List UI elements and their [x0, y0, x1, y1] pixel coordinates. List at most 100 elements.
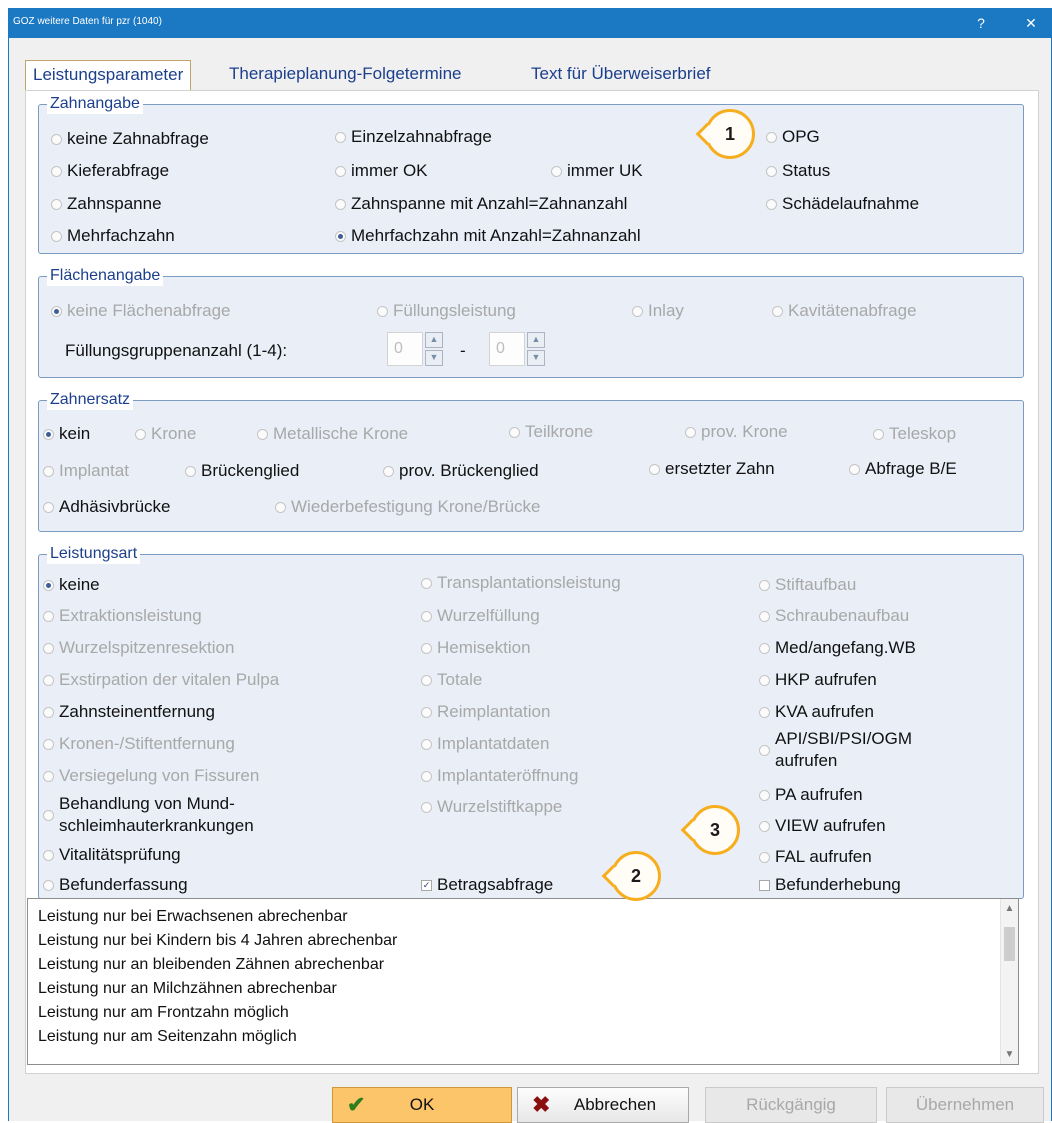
radio-wurzelfuellung[interactable]: Wurzelfüllung: [421, 606, 540, 626]
group-legend: Leistungsart: [47, 544, 141, 564]
radio-teilkrone[interactable]: Teilkrone: [509, 422, 593, 442]
radio-keine-zahnabfrage[interactable]: keine Zahnabfrage: [51, 129, 209, 149]
group-zahnangabe: Zahnangabe keine Zahnabfrage Einzelzahna…: [38, 94, 1024, 254]
radio-mehrfachzahn-anzahl[interactable]: Mehrfachzahn mit Anzahl=Zahnanzahl: [335, 226, 641, 246]
tab-leistungsparameter[interactable]: Leistungsparameter: [25, 60, 192, 90]
radio-kronen-stiftentfernung[interactable]: Kronen-/Stiftentfernung: [43, 734, 235, 754]
radio-status[interactable]: Status: [766, 161, 830, 181]
radio-icon: [43, 771, 54, 783]
stepper-down-icon[interactable]: ▼: [425, 350, 443, 366]
fuellungsgruppen-from-stepper[interactable]: 0 ▲ ▼: [387, 332, 445, 366]
radio-implantat[interactable]: Implantat: [43, 461, 129, 481]
stepper-up-icon[interactable]: ▲: [527, 332, 545, 348]
radio-icon: [685, 427, 696, 439]
list-item[interactable]: Leistung nur bei Kindern bis 4 Jahren ab…: [38, 931, 397, 951]
radio-schraubenaufbau[interactable]: Schraubenaufbau: [759, 606, 909, 626]
stepper-down-icon[interactable]: ▼: [527, 350, 545, 366]
radio-einzelzahnabfrage[interactable]: Einzelzahnabfrage: [335, 127, 492, 147]
scroll-thumb[interactable]: [1004, 927, 1015, 961]
radio-leistungsart-keine[interactable]: keine: [43, 575, 100, 595]
stepper-up-icon[interactable]: ▲: [425, 332, 443, 348]
radio-befunderfassung[interactable]: Befunderfassung: [43, 875, 188, 895]
radio-kein[interactable]: kein: [43, 424, 90, 444]
close-button[interactable]: ✕: [1019, 12, 1043, 34]
radio-kva-aufrufen[interactable]: KVA aufrufen: [759, 702, 874, 722]
checkbox-betragsabfrage[interactable]: ✓ Betragsabfrage: [421, 875, 553, 895]
radio-hkp-aufrufen[interactable]: HKP aufrufen: [759, 670, 877, 690]
fuellungsgruppen-to-stepper[interactable]: 0 ▲ ▼: [489, 332, 547, 366]
radio-selected-icon: [43, 429, 54, 441]
radio-prov-krone[interactable]: prov. Krone: [685, 422, 788, 442]
radio-med-angefang-wb[interactable]: Med/angefang.WB: [759, 638, 916, 658]
radio-versiegelung[interactable]: Versiegelung von Fissuren: [43, 766, 259, 786]
radio-fal-aufrufen[interactable]: FAL aufrufen: [759, 847, 872, 867]
radio-transplantationsleistung[interactable]: Transplantationsleistung: [421, 573, 621, 593]
help-button[interactable]: ?: [969, 12, 993, 34]
radio-inlay[interactable]: Inlay: [632, 301, 684, 321]
list-item[interactable]: Leistung nur an bleibenden Zähnen abrech…: [38, 955, 384, 975]
radio-implantatdaten[interactable]: Implantatdaten: [421, 734, 549, 754]
radio-teleskop[interactable]: Teleskop: [873, 424, 956, 444]
radio-zahnspanne[interactable]: Zahnspanne: [51, 194, 162, 214]
radio-icon: [551, 166, 562, 178]
radio-fuellungsleistung[interactable]: Füllungsleistung: [377, 301, 516, 321]
ok-button[interactable]: ✔ OK: [332, 1087, 512, 1123]
radio-pa-aufrufen[interactable]: PA aufrufen: [759, 785, 863, 805]
radio-vitalitaetspruefung[interactable]: Vitalitätsprüfung: [43, 845, 181, 865]
list-scrollbar[interactable]: ▲ ▼: [1000, 899, 1018, 1064]
undo-button[interactable]: Rückgängig: [705, 1087, 877, 1123]
radio-stiftaufbau[interactable]: Stiftaufbau: [759, 575, 856, 595]
list-item[interactable]: Leistung nur bei Erwachsenen abrechenbar: [38, 907, 348, 927]
radio-icon: [185, 466, 196, 478]
list-item[interactable]: Leistung nur an Milchzähnen abrechenbar: [38, 979, 337, 999]
list-item[interactable]: Leistung nur am Seitenzahn möglich: [38, 1027, 297, 1047]
group-zahnersatz: Zahnersatz kein Krone Metallische Krone …: [38, 390, 1024, 532]
scroll-up-icon[interactable]: ▲: [1001, 903, 1018, 914]
hint-text-list[interactable]: Leistung nur bei Erwachsenen abrechenbar…: [27, 898, 1019, 1065]
radio-immer-ok[interactable]: immer OK: [335, 161, 428, 181]
radio-keine-flaechenabfrage[interactable]: keine Flächenabfrage: [51, 301, 231, 321]
radio-reimplantation[interactable]: Reimplantation: [421, 702, 550, 722]
radio-kieferabfrage[interactable]: Kieferabfrage: [51, 161, 169, 181]
radio-icon: [43, 643, 54, 655]
radio-icon: [335, 166, 346, 178]
radio-schaedelaufnahme[interactable]: Schädelaufnahme: [766, 194, 919, 214]
radio-wiederbefestigung[interactable]: Wiederbefestigung Krone/Brücke: [275, 497, 540, 517]
radio-brueckenglied[interactable]: Brückenglied: [185, 461, 299, 481]
tab-ueberweiserbrief[interactable]: Text für Überweiserbrief: [531, 60, 711, 90]
radio-kavitaetenabfrage[interactable]: Kavitätenabfrage: [772, 301, 917, 321]
stepper-value[interactable]: 0: [387, 332, 423, 366]
checkbox-befunderhebung[interactable]: Befunderhebung: [759, 875, 901, 895]
radio-hemisektion[interactable]: Hemisektion: [421, 638, 531, 658]
radio-zahnsteinentfernung[interactable]: Zahnsteinentfernung: [43, 702, 215, 722]
radio-icon: [51, 134, 62, 146]
radio-icon: [766, 166, 777, 178]
radio-immer-uk[interactable]: immer UK: [551, 161, 643, 181]
scroll-down-icon[interactable]: ▼: [1001, 1049, 1018, 1060]
radio-icon: [43, 880, 54, 892]
apply-button[interactable]: Übernehmen: [886, 1087, 1044, 1123]
radio-exstirpation[interactable]: Exstirpation der vitalen Pulpa: [43, 670, 279, 690]
radio-totale[interactable]: Totale: [421, 670, 482, 690]
radio-zahnspanne-anzahl[interactable]: Zahnspanne mit Anzahl=Zahnanzahl: [335, 194, 627, 214]
list-item[interactable]: Leistung nur am Frontzahn möglich: [38, 1003, 289, 1023]
radio-icon: [766, 199, 777, 211]
radio-view-aufrufen[interactable]: VIEW aufrufen: [759, 816, 886, 836]
radio-abfrage-be[interactable]: Abfrage B/E: [849, 459, 957, 479]
cancel-button[interactable]: ✖ Abbrechen: [517, 1087, 689, 1123]
radio-wurzelspitzenresektion[interactable]: Wurzelspitzenresektion: [43, 638, 234, 658]
tab-therapieplanung[interactable]: Therapieplanung-Folgetermine: [229, 60, 461, 90]
radio-adhaesivbruecke[interactable]: Adhäsivbrücke: [43, 497, 171, 517]
radio-behandlung-mundschleimhaut[interactable]: Behandlung von Mund-schleimhauterkrankun…: [43, 793, 254, 837]
radio-metallische-krone[interactable]: Metallische Krone: [257, 424, 408, 444]
stepper-value[interactable]: 0: [489, 332, 525, 366]
radio-api-sbi-psi-ogm[interactable]: API/SBI/PSI/OGM aufrufen: [759, 728, 912, 772]
radio-extraktionsleistung[interactable]: Extraktionsleistung: [43, 606, 202, 626]
radio-ersetzter-zahn[interactable]: ersetzter Zahn: [649, 459, 775, 479]
radio-krone[interactable]: Krone: [135, 424, 196, 444]
radio-opg[interactable]: OPG: [766, 127, 820, 147]
radio-implantateroeffnung[interactable]: Implantateröffnung: [421, 766, 578, 786]
radio-mehrfachzahn[interactable]: Mehrfachzahn: [51, 226, 175, 246]
radio-wurzelstiftkappe[interactable]: Wurzelstiftkappe: [421, 797, 562, 817]
radio-prov-brueckenglied[interactable]: prov. Brückenglied: [383, 461, 539, 481]
